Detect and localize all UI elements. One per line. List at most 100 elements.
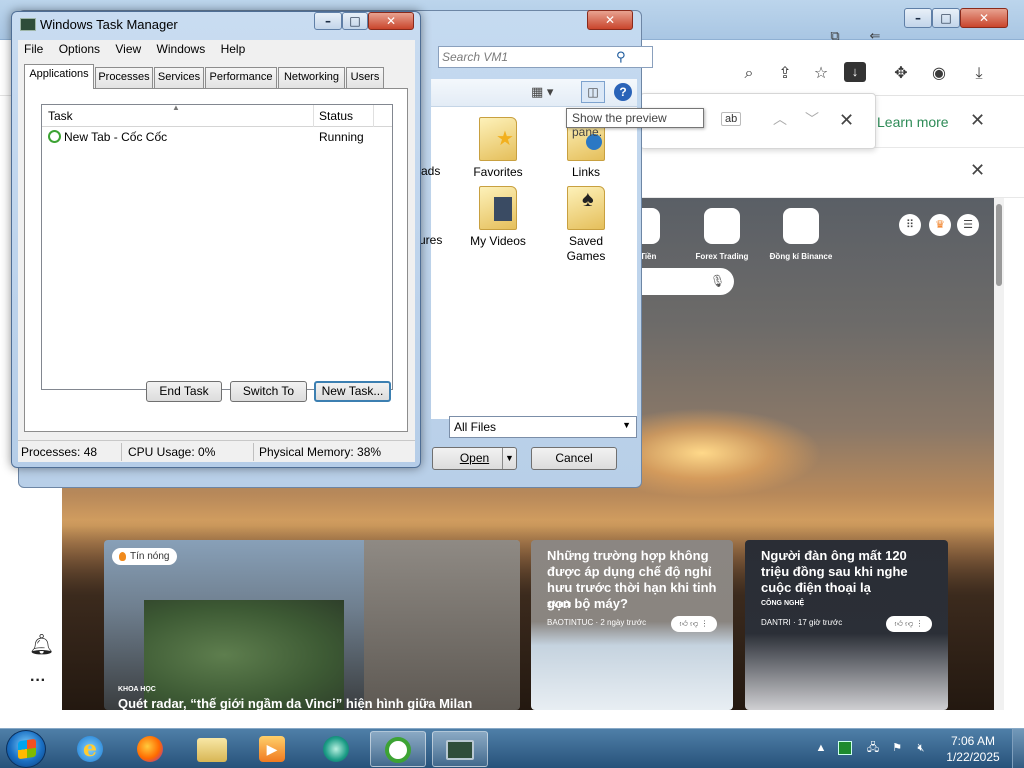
- taskbar-media-player[interactable]: ▶: [244, 731, 300, 767]
- apps-grid-icon[interactable]: ⠿: [899, 214, 921, 236]
- task-list[interactable]: Task ▲ Status New Tab - Cốc Cốc Running: [41, 103, 393, 390]
- tab-users[interactable]: Users: [346, 67, 384, 88]
- minimize-button[interactable]: –: [314, 12, 342, 30]
- table-row[interactable]: New Tab - Cốc Cốc Running: [42, 128, 392, 146]
- taskbar-task-manager[interactable]: [432, 731, 488, 767]
- voice-search-icon[interactable]: 🎙︎: [710, 274, 725, 288]
- menu-options[interactable]: Options: [53, 40, 106, 58]
- videos-folder-icon: [479, 186, 517, 230]
- column-task[interactable]: Task: [48, 109, 73, 123]
- page-scrollbar[interactable]: [994, 198, 1004, 710]
- downloads-tray-icon[interactable]: ⤓: [966, 62, 992, 86]
- taskbar-file-explorer[interactable]: [184, 731, 240, 767]
- news-title[interactable]: Những trường hợp không được áp dụng chế …: [547, 548, 727, 612]
- menu-bar: File Options View Windows Help: [18, 40, 415, 59]
- column-separator[interactable]: [373, 105, 374, 127]
- tab-performance[interactable]: Performance: [205, 67, 277, 88]
- notification-bell-icon[interactable]: 🔔︎: [29, 632, 54, 657]
- help-icon[interactable]: ?: [614, 83, 632, 101]
- file-type-select[interactable]: All Files ▼: [449, 416, 637, 438]
- profile-icon[interactable]: ◉: [926, 62, 952, 86]
- close-icon[interactable]: ✕: [970, 160, 985, 181]
- page-search-icon[interactable]: ⌕: [736, 62, 762, 86]
- show-desktop-button[interactable]: [1012, 729, 1024, 768]
- bookmark-star-icon[interactable]: ☆: [808, 62, 834, 86]
- view-options-icon[interactable]: ▦ ▾: [531, 84, 553, 100]
- browser-close-button[interactable]: ✕: [960, 8, 1008, 28]
- close-button[interactable]: ✕: [368, 12, 414, 30]
- menu-view[interactable]: View: [109, 40, 147, 58]
- extensions-icon[interactable]: ✥: [888, 62, 914, 86]
- shortcut-icon: [704, 208, 740, 244]
- file-type-value: All Files: [454, 420, 497, 434]
- match-case-button[interactable]: ab: [721, 112, 742, 126]
- new-task-button[interactable]: New Task...: [314, 381, 391, 402]
- windows-logo-icon: [18, 738, 36, 760]
- taskbar-coccoc[interactable]: [370, 731, 426, 767]
- switch-to-button[interactable]: Switch To: [230, 381, 307, 402]
- start-button[interactable]: [6, 730, 46, 768]
- shortcut-tile[interactable]: Forex Trading: [677, 208, 767, 261]
- tab-services[interactable]: Services: [154, 67, 204, 88]
- saved-games-folder-icon: ♠: [567, 186, 605, 230]
- shortcut-tile[interactable]: Đồng kí Binance: [756, 208, 846, 261]
- folder-favorites[interactable]: ★ Favorites: [463, 117, 533, 180]
- dialog-close-button[interactable]: ✕: [587, 10, 633, 30]
- newtab-search-box[interactable]: 🎙︎: [640, 268, 734, 295]
- folder-my-videos[interactable]: My Videos: [463, 186, 533, 249]
- column-separator[interactable]: [313, 105, 314, 127]
- news-card[interactable]: Người đàn ông mất 120 triệu đồng sau khi…: [745, 540, 948, 710]
- status-bar: Processes: 48 CPU Usage: 0% Physical Mem…: [18, 440, 415, 462]
- menu-file[interactable]: File: [18, 40, 49, 58]
- end-task-button[interactable]: End Task: [146, 381, 222, 402]
- news-image-building: [364, 540, 520, 710]
- maximize-button[interactable]: □: [342, 12, 368, 30]
- shortcut-label: Forex Trading: [695, 252, 749, 261]
- open-button[interactable]: Open ▼: [432, 447, 517, 470]
- open-split-arrow-icon[interactable]: ▼: [502, 448, 516, 469]
- preview-pane-tooltip: Show the preview pane.: [566, 108, 704, 139]
- find-close-icon[interactable]: ✕: [839, 110, 854, 131]
- more-icon[interactable]: ···: [30, 672, 46, 690]
- browser-minimize-button[interactable]: –: [904, 8, 932, 28]
- find-next-icon[interactable]: ﹀: [805, 109, 819, 129]
- media-player-icon: ▶: [259, 736, 285, 762]
- settings-menu-icon[interactable]: ☰: [957, 214, 979, 236]
- news-title[interactable]: Quét radar, “thế giới ngầm da Vinci” hiệ…: [118, 696, 508, 710]
- tray-app-icon[interactable]: [838, 741, 852, 755]
- scrollbar-thumb[interactable]: [996, 204, 1002, 286]
- cancel-button[interactable]: Cancel: [531, 447, 617, 470]
- close-icon[interactable]: ✕: [970, 110, 985, 131]
- reaction-bar[interactable]: 👍︎ 👎︎ ⋮: [671, 616, 717, 632]
- show-hidden-icons[interactable]: ▲: [814, 741, 828, 755]
- task-manager-app-icon: [20, 18, 36, 31]
- tab-applications[interactable]: Applications: [24, 64, 94, 89]
- menu-windows[interactable]: Windows: [151, 40, 212, 58]
- network-icon[interactable]: 🖧︎: [866, 741, 880, 755]
- browser-maximize-button[interactable]: □: [932, 8, 960, 28]
- task-list-header: Task ▲ Status: [42, 103, 392, 127]
- tab-processes[interactable]: Processes: [95, 67, 153, 88]
- taskbar-internet-explorer[interactable]: e: [62, 731, 118, 767]
- chevron-down-icon: ▼: [622, 420, 631, 430]
- news-card[interactable]: Tín nóng KHOA HỌC Quét radar, “thế giới …: [104, 540, 520, 710]
- folder-label: Favorites: [473, 165, 523, 179]
- reaction-bar[interactable]: 👍︎ 👎︎ ⋮: [886, 616, 932, 632]
- taskbar-firefox[interactable]: [122, 731, 178, 767]
- volume-muted-icon[interactable]: 🔇︎: [914, 741, 928, 755]
- column-status[interactable]: Status: [319, 109, 353, 123]
- download-icon[interactable]: ↓: [844, 62, 866, 82]
- system-clock[interactable]: 7:06 AM 1/22/2025: [940, 733, 1006, 765]
- crown-icon[interactable]: ♛: [929, 214, 951, 236]
- learn-more-link[interactable]: Learn more: [877, 114, 949, 130]
- menu-help[interactable]: Help: [215, 40, 252, 58]
- tab-networking[interactable]: Networking: [278, 67, 345, 88]
- taskbar-app[interactable]: [308, 731, 364, 767]
- news-title[interactable]: Người đàn ông mất 120 triệu đồng sau khi…: [761, 548, 936, 596]
- news-card[interactable]: Những trường hợp không được áp dụng chế …: [531, 540, 733, 710]
- preview-pane-button[interactable]: ◫: [581, 81, 605, 103]
- share-icon[interactable]: ⇪: [772, 62, 798, 86]
- find-previous-icon[interactable]: ︿: [773, 109, 787, 129]
- folder-saved-games[interactable]: ♠ Saved Games: [551, 186, 621, 264]
- action-center-flag-icon[interactable]: ⚑: [890, 741, 904, 755]
